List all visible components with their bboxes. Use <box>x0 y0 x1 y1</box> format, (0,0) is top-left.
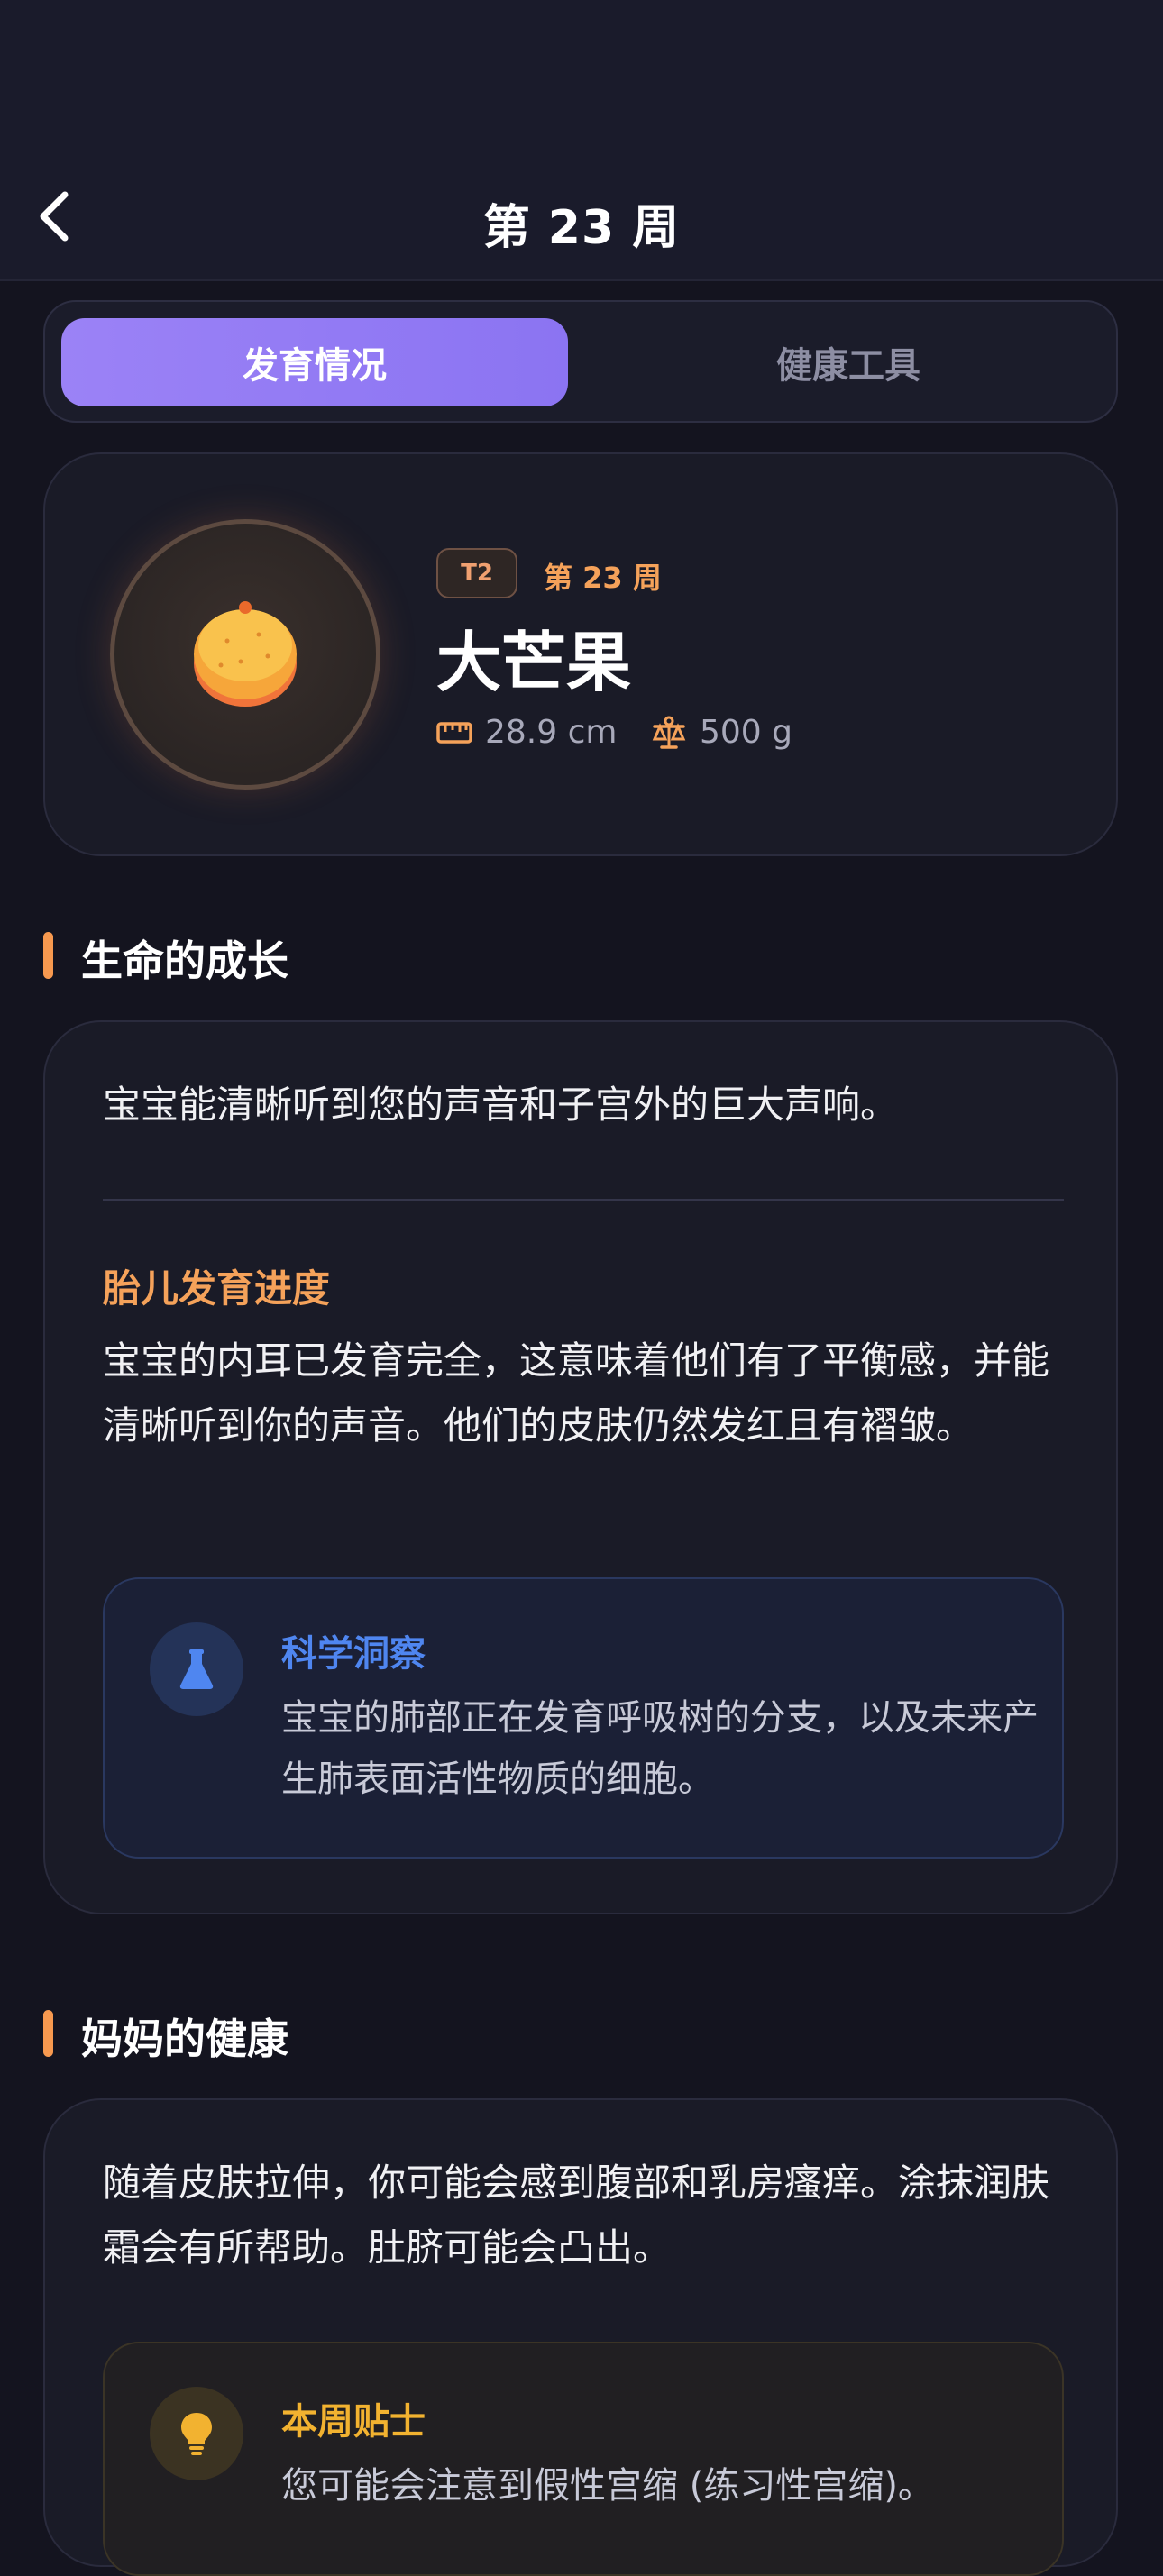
progress-text: 宝宝的内耳已发育完全，这意味着他们有了平衡感，并能清晰听到你的声音。他们的皮肤仍… <box>103 1338 1050 1448</box>
week-label: 第 23 周 <box>544 561 662 595</box>
length-metric: 28.9 cm <box>436 714 617 751</box>
weight-metric: 500 g <box>651 714 792 751</box>
life-summary: 宝宝能清晰听到您的声音和子宫外的巨大声响。 <box>103 1082 899 1127</box>
health-text: 随着皮肤拉伸，你可能会感到腹部和乳房瘙痒。涂抹润肤霜会有所帮助。肚脐可能会凸出。 <box>103 2160 1050 2270</box>
tip-icon-badge <box>150 2387 243 2480</box>
tip-text: 您可能会注意到假性宫缩 (练习性宫缩)。 <box>281 2465 934 2507</box>
weight-value: 500 g <box>700 714 793 751</box>
life-growth-card: 宝宝能清晰听到您的声音和子宫外的巨大声响。 胎儿发育进度 宝宝的内耳已发育完全，… <box>43 1020 1118 1914</box>
insight-icon-badge <box>150 1622 243 1716</box>
length-value: 28.9 cm <box>485 714 618 751</box>
tab-bar: 发育情况 健康工具 <box>43 300 1118 423</box>
flask-icon <box>179 1649 214 1689</box>
weekly-tip-box: 本周贴士 您可能会注意到假性宫缩 (练习性宫缩)。 <box>103 2342 1064 2576</box>
progress-title: 胎儿发育进度 <box>103 1266 331 1311</box>
insight-text: 宝宝的肺部正在发育呼吸树的分支，以及未来产生肺表面活性物质的细胞。 <box>281 1697 1039 1800</box>
tab-development[interactable]: 发育情况 <box>61 318 568 406</box>
science-insight-box: 科学洞察 宝宝的肺部正在发育呼吸树的分支，以及未来产生肺表面活性物质的细胞。 <box>103 1577 1064 1859</box>
insight-title: 科学洞察 <box>281 1633 426 1675</box>
fruit-name: 大芒果 <box>436 625 632 700</box>
divider <box>103 1199 1064 1201</box>
tab-health-tools[interactable]: 健康工具 <box>595 318 1102 406</box>
tip-title: 本周贴士 <box>281 2401 426 2443</box>
scale-icon <box>652 716 686 749</box>
life-section-title: 生命的成长 <box>43 928 288 988</box>
mango-icon <box>194 601 297 707</box>
fruit-avatar <box>110 519 380 790</box>
fruit-size-card: T2 第 23 周 大芒果 28.9 cm 500 g <box>43 452 1118 856</box>
mom-health-card: 随着皮肤拉伸，你可能会感到腹部和乳房瘙痒。涂抹润肤霜会有所帮助。肚脐可能会凸出。… <box>43 2098 1118 2576</box>
lightbulb-icon <box>181 2413 212 2455</box>
ruler-icon <box>436 721 472 744</box>
page-title: 第 23 周 <box>482 201 681 255</box>
health-section-title: 妈妈的健康 <box>43 2006 288 2066</box>
trimester-badge: T2 <box>436 548 517 598</box>
